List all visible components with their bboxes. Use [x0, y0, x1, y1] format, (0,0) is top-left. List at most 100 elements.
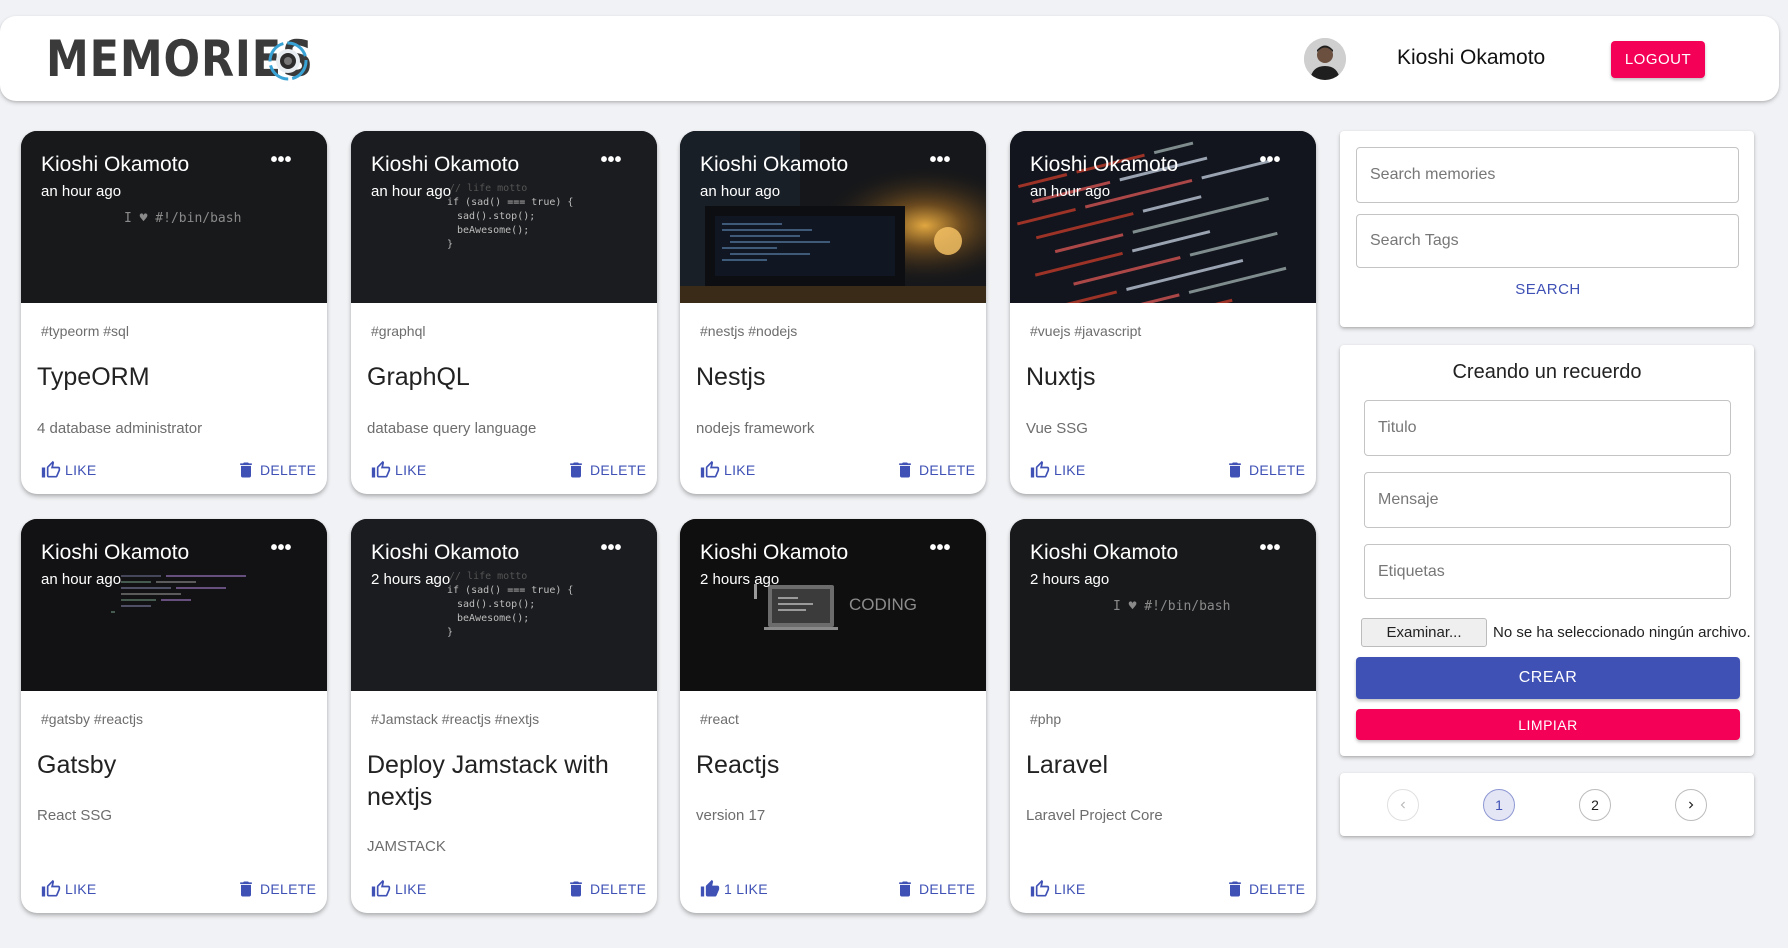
mensaje-field[interactable]: [1364, 472, 1731, 528]
svg-text:}: }: [447, 627, 453, 638]
mensaje-input[interactable]: [1365, 473, 1730, 527]
svg-text:if (sad() === true) {: if (sad() === true) {: [447, 585, 573, 596]
card-tags: #graphql: [371, 323, 426, 339]
thumb-up-outline-icon: [700, 460, 720, 478]
delete-button[interactable]: DELETE: [236, 460, 316, 480]
svg-text:beAwesome();: beAwesome();: [457, 613, 529, 624]
card-author: Kioshi Okamoto: [371, 541, 520, 564]
card-message: database query language: [367, 420, 537, 437]
more-options-icon[interactable]: •••: [1255, 538, 1285, 565]
chevron-left-icon: [1400, 801, 1405, 809]
more-options-icon[interactable]: •••: [266, 150, 296, 177]
search-tags-field[interactable]: [1356, 214, 1739, 268]
crear-button[interactable]: CREAR: [1356, 657, 1740, 699]
card-image: // life motto if (sad() === true) { sad(…: [351, 131, 657, 303]
card-image: Kioshi Okamoto an hour ago •••: [1010, 131, 1316, 303]
etiquetas-field[interactable]: [1364, 544, 1731, 599]
logout-button[interactable]: LOGOUT: [1611, 41, 1705, 78]
etiquetas-input[interactable]: [1365, 545, 1730, 598]
svg-text:I ♥ #!/bin/bash: I ♥ #!/bin/bash: [1113, 599, 1230, 614]
card-title: Nestjs: [696, 363, 766, 391]
next-page-button[interactable]: [1675, 789, 1707, 821]
search-memories-input[interactable]: [1357, 148, 1738, 202]
card-image: Kioshi Okamoto an hour ago •••: [680, 131, 986, 303]
memory-card: CODING Kioshi Okamoto 2 hours ago ••• #r…: [680, 519, 986, 913]
like-button[interactable]: LIKE: [1030, 460, 1086, 480]
trash-icon: [570, 462, 582, 478]
file-browse-button[interactable]: Examinar...: [1361, 618, 1487, 647]
card-author: Kioshi Okamoto: [1030, 153, 1179, 176]
card-author: Kioshi Okamoto: [700, 541, 849, 564]
memory-card: I ♥ #!/bin/bash Kioshi Okamoto 2 hours a…: [1010, 519, 1316, 913]
card-message: nodejs framework: [696, 420, 815, 437]
titulo-input[interactable]: [1365, 401, 1730, 455]
search-button[interactable]: SEARCH: [1498, 281, 1598, 303]
card-tags: #vuejs #javascript: [1030, 323, 1142, 339]
card-author: Kioshi Okamoto: [41, 541, 190, 564]
like-label: LIKE: [1054, 462, 1086, 478]
more-options-icon[interactable]: •••: [266, 538, 296, 565]
like-button[interactable]: LIKE: [41, 460, 97, 480]
like-label: LIKE: [1054, 881, 1086, 897]
more-options-icon[interactable]: •••: [925, 150, 955, 177]
delete-button[interactable]: DELETE: [1225, 879, 1305, 899]
more-options-icon[interactable]: •••: [596, 538, 626, 565]
card-message: 4 database administrator: [37, 420, 203, 437]
search-tags-input[interactable]: [1357, 215, 1738, 267]
page-button-2[interactable]: 2: [1579, 789, 1611, 821]
trash-icon: [240, 881, 252, 897]
delete-button[interactable]: DELETE: [1225, 460, 1305, 480]
card-tags: #gatsby #reactjs: [41, 711, 143, 727]
avatar[interactable]: [1304, 38, 1346, 80]
svg-text:beAwesome();: beAwesome();: [457, 225, 529, 236]
more-options-icon[interactable]: •••: [1255, 150, 1285, 177]
more-options-icon[interactable]: •••: [925, 538, 955, 565]
delete-label: DELETE: [590, 462, 647, 478]
svg-text:sad().stop();: sad().stop();: [457, 211, 535, 222]
like-button[interactable]: LIKE: [41, 879, 97, 899]
card-title: TypeORM: [37, 363, 150, 391]
file-status: No se ha seleccionado ningún archivo.: [1493, 624, 1751, 641]
like-button[interactable]: LIKE: [371, 460, 427, 480]
trash-icon: [570, 881, 582, 897]
card-image: // life motto if (sad() === true) { sad(…: [351, 519, 657, 691]
trash-icon: [240, 462, 252, 478]
limpiar-button[interactable]: LIMPIAR: [1356, 709, 1740, 740]
card-title: Nuxtjs: [1026, 363, 1096, 391]
delete-label: DELETE: [919, 462, 976, 478]
delete-button[interactable]: DELETE: [236, 879, 316, 899]
like-label: LIKE: [724, 462, 756, 478]
card-time: an hour ago: [371, 183, 452, 200]
user-name: Kioshi Okamoto: [1397, 46, 1546, 69]
page-button-1[interactable]: 1: [1483, 789, 1515, 821]
delete-button[interactable]: DELETE: [895, 460, 975, 480]
delete-label: DELETE: [1249, 462, 1306, 478]
memory-card: Kioshi Okamoto an hour ago ••• #nestjs #…: [680, 131, 986, 494]
trash-icon: [1229, 462, 1241, 478]
card-time: 2 hours ago: [1030, 571, 1110, 588]
app-bar: MEMORIES Kioshi Okamoto LOGOUT: [0, 16, 1779, 101]
thumb-up-outline-icon: [371, 879, 391, 897]
delete-button[interactable]: DELETE: [566, 460, 646, 480]
card-title: Laravel: [1026, 751, 1108, 779]
card-image: I ♥ #!/bin/bash Kioshi Okamoto 2 hours a…: [1010, 519, 1316, 691]
card-message: Vue SSG: [1026, 420, 1088, 437]
memory-card: // life motto if (sad() === true) { sad(…: [351, 131, 657, 494]
delete-button[interactable]: DELETE: [566, 879, 646, 899]
like-button[interactable]: 1 LIKE: [700, 879, 768, 899]
delete-label: DELETE: [260, 462, 317, 478]
form-title: Creando un recuerdo: [1452, 361, 1642, 383]
prev-page-button[interactable]: [1387, 789, 1419, 821]
delete-button[interactable]: DELETE: [895, 879, 975, 899]
card-tags: #react: [700, 711, 739, 727]
like-button[interactable]: LIKE: [700, 460, 756, 480]
titulo-field[interactable]: [1364, 400, 1731, 456]
more-options-icon[interactable]: •••: [596, 150, 626, 177]
delete-label: DELETE: [1249, 881, 1306, 897]
card-time: 2 hours ago: [700, 571, 780, 588]
like-button[interactable]: LIKE: [371, 879, 427, 899]
card-title: Deploy Jamstack with nextjs: [367, 751, 609, 811]
card-author: Kioshi Okamoto: [700, 153, 849, 176]
search-memories-field[interactable]: [1356, 147, 1739, 203]
like-button[interactable]: LIKE: [1030, 879, 1086, 899]
